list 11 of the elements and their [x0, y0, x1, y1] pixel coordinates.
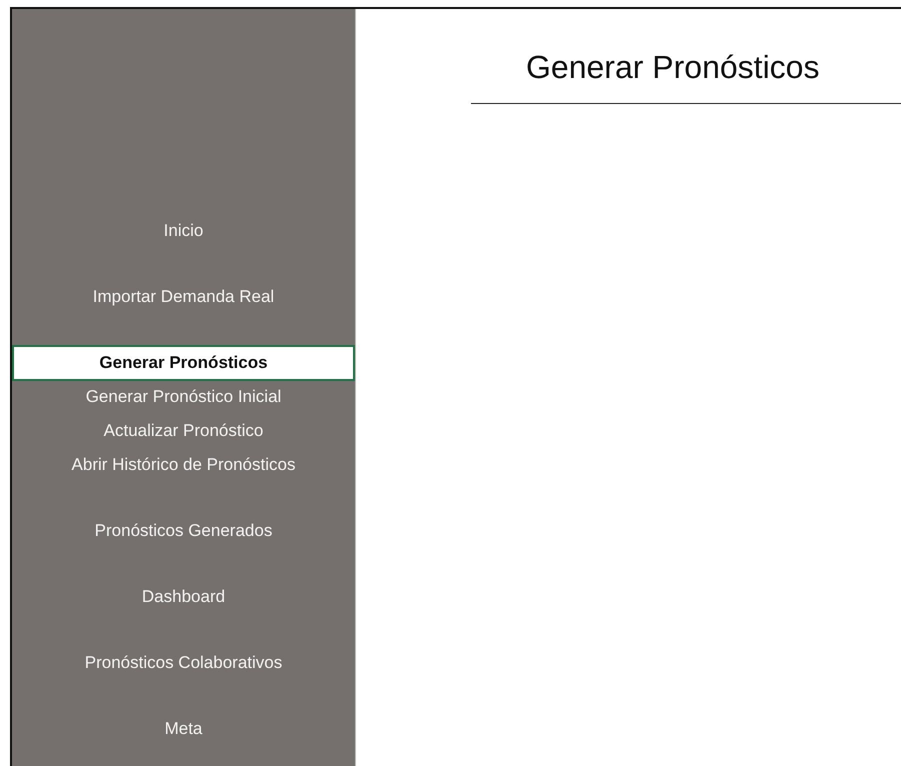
sidebar-item[interactable]: Generar Pronóstico Inicial [82, 385, 286, 409]
sidebar-item[interactable]: Actualizar Pronóstico [100, 419, 268, 443]
sidebar-item[interactable]: Abrir Histórico de Pronósticos [68, 453, 300, 477]
sidebar-item[interactable]: Meta [160, 717, 206, 741]
sidebar-item[interactable]: Inicio [160, 219, 208, 243]
sidebar-item[interactable]: Generar Pronósticos [12, 345, 355, 381]
sidebar-item[interactable]: Pronósticos Colaborativos [80, 651, 286, 675]
page-title: Generar Pronósticos [471, 49, 901, 104]
sidebar-item[interactable]: Pronósticos Generados [90, 519, 276, 543]
sidebar-item[interactable]: Importar Demanda Real [88, 285, 278, 309]
sidebar-item[interactable]: Dashboard [138, 585, 230, 609]
